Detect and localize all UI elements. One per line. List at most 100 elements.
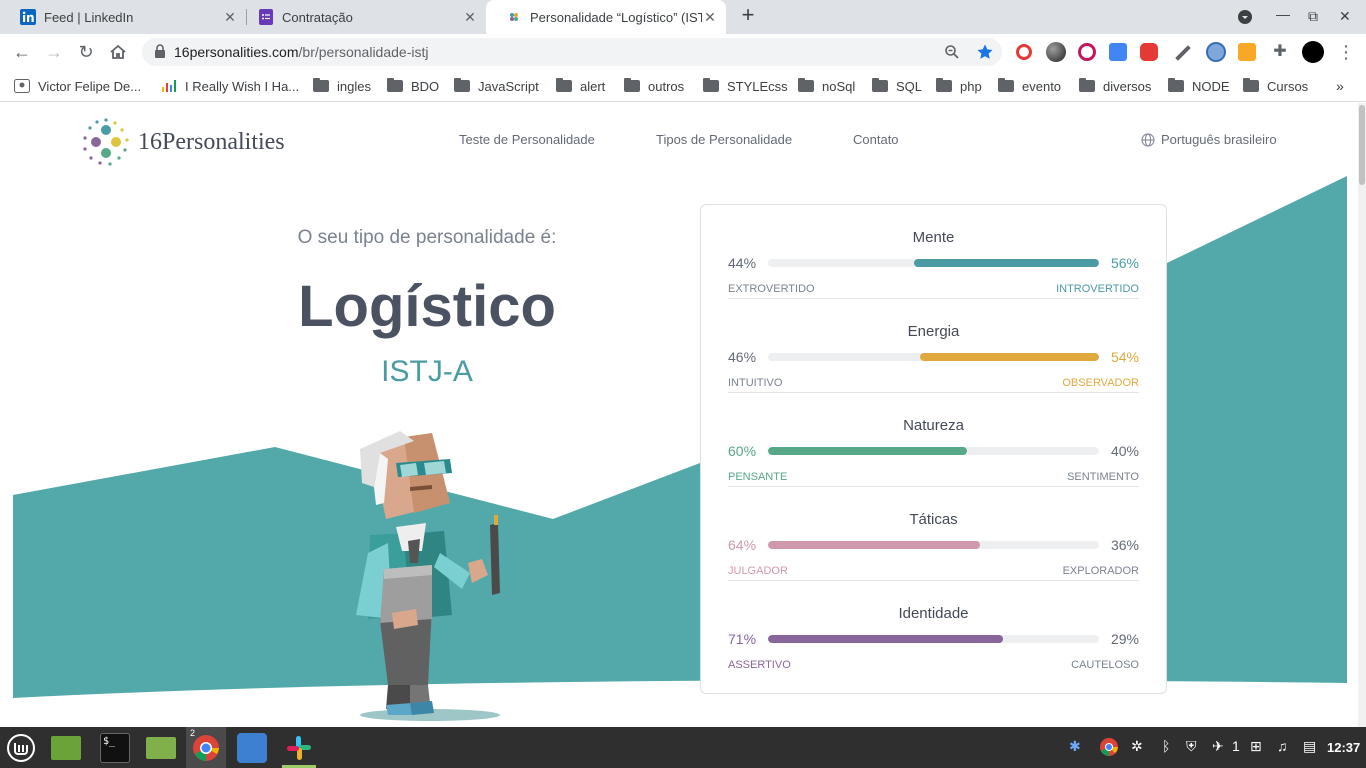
type-name: Logístico [298,274,556,339]
extension-power-icon[interactable] [1078,43,1096,61]
nav-link-teste[interactable]: Teste de Personalidade [459,132,595,147]
bookmark-folder[interactable]: BDO [387,77,439,95]
folder-icon [313,78,329,92]
extension-translate-icon[interactable] [1109,43,1127,61]
minimize-icon[interactable]: — [1276,6,1290,22]
more-bookmarks-icon[interactable]: » [1336,77,1344,95]
globe-icon [1141,132,1155,147]
trait-name: Mente [912,229,955,246]
scrollbar-thumb[interactable] [1359,105,1365,185]
home-icon[interactable] [108,42,128,62]
folder-icon [624,78,640,92]
nav-link-tipos[interactable]: Tipos de Personalidade [656,132,792,147]
close-tab-icon[interactable]: ✕ [702,9,718,26]
tab-strip: Feed | LinkedIn ✕ Contratação ✕ Personal… [0,0,1366,34]
bookmark-label: SQL [896,78,923,94]
forward-icon[interactable]: → [44,42,64,62]
bookmark-folder[interactable]: STYLEcss [703,77,788,95]
reload-icon[interactable]: ↻ [76,42,96,62]
clock[interactable]: 12:37 [1327,740,1360,755]
trait-right-percent: 54% [1110,349,1139,365]
terminal-icon[interactable]: $_ [100,733,130,763]
avatar[interactable] [1302,41,1324,63]
close-tab-icon[interactable]: ✕ [222,9,238,26]
trait-left-percent: 71% [728,631,757,647]
bars-icon [162,80,176,92]
bookmark-label: php [960,78,982,94]
url-path: /br/personalidade-istj [298,44,429,60]
close-tab-icon[interactable]: ✕ [462,9,478,26]
address-bar[interactable]: 16personalities.com/br/personalidade-ist… [142,38,1002,66]
notifications-icon[interactable]: ✈ [1212,738,1224,755]
extension-yellow-icon[interactable] [1238,43,1256,61]
trait-left-percent: 44% [728,255,757,271]
bookmark-label: ingles [337,78,371,94]
trait-left-label: PENSANTE [728,471,788,483]
bookmark-star-icon[interactable] [976,43,994,61]
trait-bar-fill [913,259,1099,267]
trait-right-percent: 36% [1110,537,1139,553]
trait-left-label: INTUITIVO [728,377,783,389]
menu-icon[interactable]: ⋮ [1336,42,1356,62]
nav-link-contato[interactable]: Contato [853,132,899,147]
tab-personalidade[interactable]: Personalidade “Logístico” (IST ✕ [486,0,726,34]
bookmark-folder[interactable]: JavaScript [454,77,539,95]
bookmark-folder[interactable]: evento [998,77,1061,95]
bookmark-folder[interactable]: ingles [313,77,371,95]
bluetooth-tray-icon[interactable]: ✱ [1069,738,1081,755]
tab-linkedin[interactable]: Feed | LinkedIn ✕ [0,0,246,34]
extension-dropper-icon[interactable] [1175,45,1191,61]
bookmark-folder[interactable]: SQL [872,77,922,95]
slack-icon[interactable] [284,733,314,763]
restore-icon[interactable]: ⧉ [1308,8,1318,25]
extension-blue-icon[interactable] [1206,42,1226,62]
bookmark-label: alert [580,78,606,94]
desktop-icon[interactable] [51,736,81,760]
bookmark-folder[interactable]: diversos [1079,77,1151,95]
screenshot-icon[interactable] [237,733,267,763]
logo-icon [83,118,129,166]
site-logo[interactable]: 16Personalities [82,118,285,166]
network-icon[interactable]: ⊞ [1250,738,1262,755]
page-scrollbar[interactable] [1358,103,1366,727]
bookmark-item[interactable]: Victor Felipe De... [14,77,141,95]
folder-icon [1168,78,1184,92]
tab-contratacao[interactable]: Contratação ✕ [238,0,486,34]
bookmark-folder[interactable]: noSql [798,77,855,95]
folder-icon [872,78,888,92]
extension-adblock-icon[interactable] [1140,43,1158,61]
chrome-icon[interactable] [191,733,221,763]
new-tab-button[interactable]: + [737,4,759,27]
bookmark-folder[interactable]: php [936,77,982,95]
back-icon[interactable]: ← [12,42,32,62]
trait-bar-fill [768,541,980,549]
page-content: 16Personalities Teste de Personalidade T… [0,103,1366,727]
files-icon[interactable] [146,737,176,759]
url-text: 16personalities.com/br/personalidade-ist… [174,44,428,60]
zoom-icon[interactable] [944,44,960,60]
bookmark-folder[interactable]: alert [556,77,605,95]
bluetooth-icon[interactable]: ᛒ [1162,738,1170,754]
extensions-puzzle-icon[interactable]: ✚ [1270,42,1290,62]
bookmark-label: JavaScript [478,78,539,94]
logo-text: 16Personalities [138,128,285,155]
bookmark-folder[interactable]: Cursos [1243,77,1308,95]
tab-search-icon[interactable] [1237,9,1253,25]
bookmark-label: Cursos [1267,78,1309,94]
trait-name: Energia [907,323,960,340]
clipboard-icon[interactable]: ▤ [1303,738,1316,755]
mint-menu-icon[interactable] [6,733,36,763]
forms-icon [259,9,273,25]
bookmark-folder[interactable]: NODE [1168,77,1230,95]
close-window-icon[interactable]: ✕ [1339,8,1351,25]
slack-tray-icon[interactable]: ✲ [1131,738,1143,755]
language-selector[interactable]: Português brasileiro [1141,132,1277,147]
bookmark-label: BDO [411,78,440,94]
shield-tray-icon[interactable]: ⛨ [1186,738,1197,755]
sound-icon[interactable]: ♫ [1277,738,1288,754]
bookmark-item[interactable]: I Really Wish I Ha... [161,77,299,95]
extension-rec-icon[interactable] [1016,44,1032,60]
extension-dots-icon[interactable] [1046,42,1066,62]
chrome-tray-icon[interactable] [1099,737,1119,757]
bookmark-folder[interactable]: outros [624,77,684,95]
